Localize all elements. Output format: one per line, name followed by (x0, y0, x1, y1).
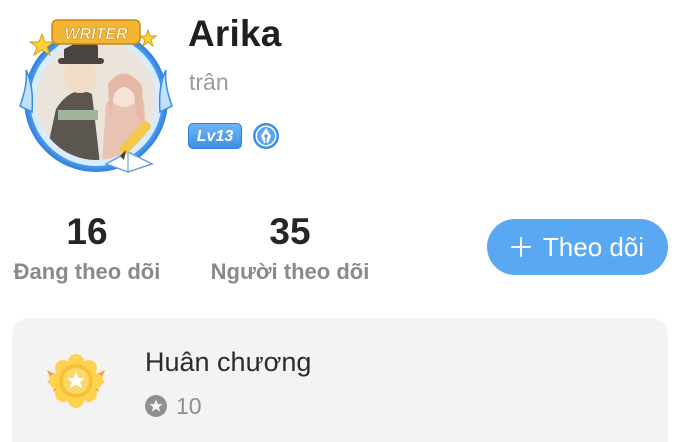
following-label: Đang theo dõi (13, 259, 161, 284)
following-stat[interactable]: 16 Đang theo dõi (6, 210, 168, 286)
avatar-frame-label: WRITER (64, 26, 128, 43)
pen-nib-icon[interactable] (252, 122, 280, 150)
level-badge[interactable]: Lv13 (188, 123, 242, 149)
star-circle-icon (144, 394, 168, 418)
medal-title: Huân chương (145, 347, 312, 377)
avatar-image: WRITER (19, 19, 173, 173)
medal-icon (45, 352, 107, 410)
medal-count-row: 10 (144, 392, 202, 420)
followers-label: Người theo dõi (210, 259, 370, 284)
follow-button-label: Theo dõi (542, 231, 645, 262)
follow-button[interactable]: Theo dõi (487, 219, 668, 275)
plus-icon (510, 237, 531, 257)
profile-name: Arika (188, 13, 282, 54)
following-count: 16 (66, 211, 108, 252)
medal-count: 10 (176, 393, 202, 419)
profile-subname: trân (189, 69, 229, 95)
medal-card[interactable]: Huân chương 10 (12, 318, 668, 442)
followers-count: 35 (269, 211, 311, 252)
avatar[interactable]: WRITER (14, 14, 178, 178)
followers-stat[interactable]: 35 Người theo dõi (206, 210, 374, 286)
